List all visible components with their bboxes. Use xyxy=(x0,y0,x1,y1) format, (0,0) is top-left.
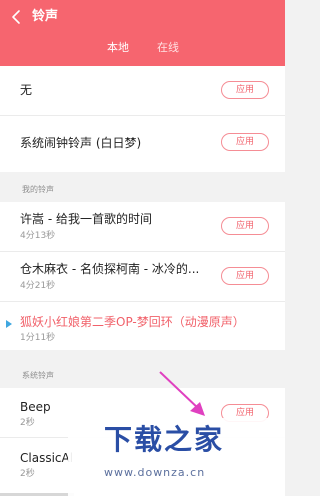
apply-button[interactable]: 应用 xyxy=(221,217,269,235)
section-header-my-ringtones: 我的铃声 xyxy=(0,176,285,202)
tab-bar: 本地 在线 xyxy=(0,38,285,62)
list-item[interactable]: 许嵩 - 给我一首歌的时间 4分13秒 应用 xyxy=(0,202,285,252)
tab-online[interactable]: 在线 xyxy=(157,40,179,56)
ringtone-duration: 4分21秒 xyxy=(20,281,56,291)
ringtone-duration: 4分13秒 xyxy=(20,231,56,241)
section-label: 系统铃声 xyxy=(22,371,54,380)
list-item[interactable]: 仓木麻衣 - 名侦探柯南 - 冰冷的... 4分21秒 应用 xyxy=(0,252,285,302)
apply-button[interactable]: 应用 xyxy=(221,133,269,151)
page-title: 铃声 xyxy=(32,9,59,24)
ringtone-title: 无 xyxy=(20,83,33,97)
ringtone-duration: 1分11秒 xyxy=(20,333,56,343)
now-playing-icon xyxy=(6,320,12,328)
default-ringtone-list: 无 应用 系统闹钟铃声 (白日梦) 应用 xyxy=(0,66,285,172)
tab-local[interactable]: 本地 xyxy=(107,40,129,56)
section-header-system-ringtones: 系统铃声 xyxy=(0,362,285,388)
watermark-logo: 下载之家 xyxy=(104,423,225,456)
ringtone-title: 许嵩 - 给我一首歌的时间 xyxy=(20,212,152,226)
ringtone-duration: 2秒 xyxy=(20,469,35,479)
apply-button[interactable]: 应用 xyxy=(221,81,269,99)
ringtone-row-system-alarm[interactable]: 系统闹钟铃声 (白日梦) 应用 xyxy=(0,116,285,172)
ringtone-title: 系统闹钟铃声 (白日梦) xyxy=(20,136,142,150)
app-header: 铃声 本地 在线 xyxy=(0,0,285,66)
ringtone-duration: 2秒 xyxy=(20,418,35,428)
ringtone-title: Beep xyxy=(20,400,51,414)
ringtone-row-none[interactable]: 无 应用 xyxy=(0,66,285,116)
apply-button[interactable]: 应用 xyxy=(221,267,269,285)
ringtone-title: 狐妖小红娘第二季OP-梦回环（动漫原声） xyxy=(20,315,245,329)
my-ringtone-list: 许嵩 - 给我一首歌的时间 4分13秒 应用 仓木麻衣 - 名侦探柯南 - 冰冷… xyxy=(0,202,285,350)
ringtone-title: 仓木麻衣 - 名侦探柯南 - 冰冷的... xyxy=(20,262,200,276)
list-item-playing[interactable]: 狐妖小红娘第二季OP-梦回环（动漫原声） 1分11秒 xyxy=(0,302,285,350)
ringtone-title: ClassicAl xyxy=(20,451,74,465)
watermark-url: www.downza.cn xyxy=(104,466,206,479)
back-arrow-icon[interactable] xyxy=(8,8,26,26)
section-label: 我的铃声 xyxy=(22,185,54,194)
